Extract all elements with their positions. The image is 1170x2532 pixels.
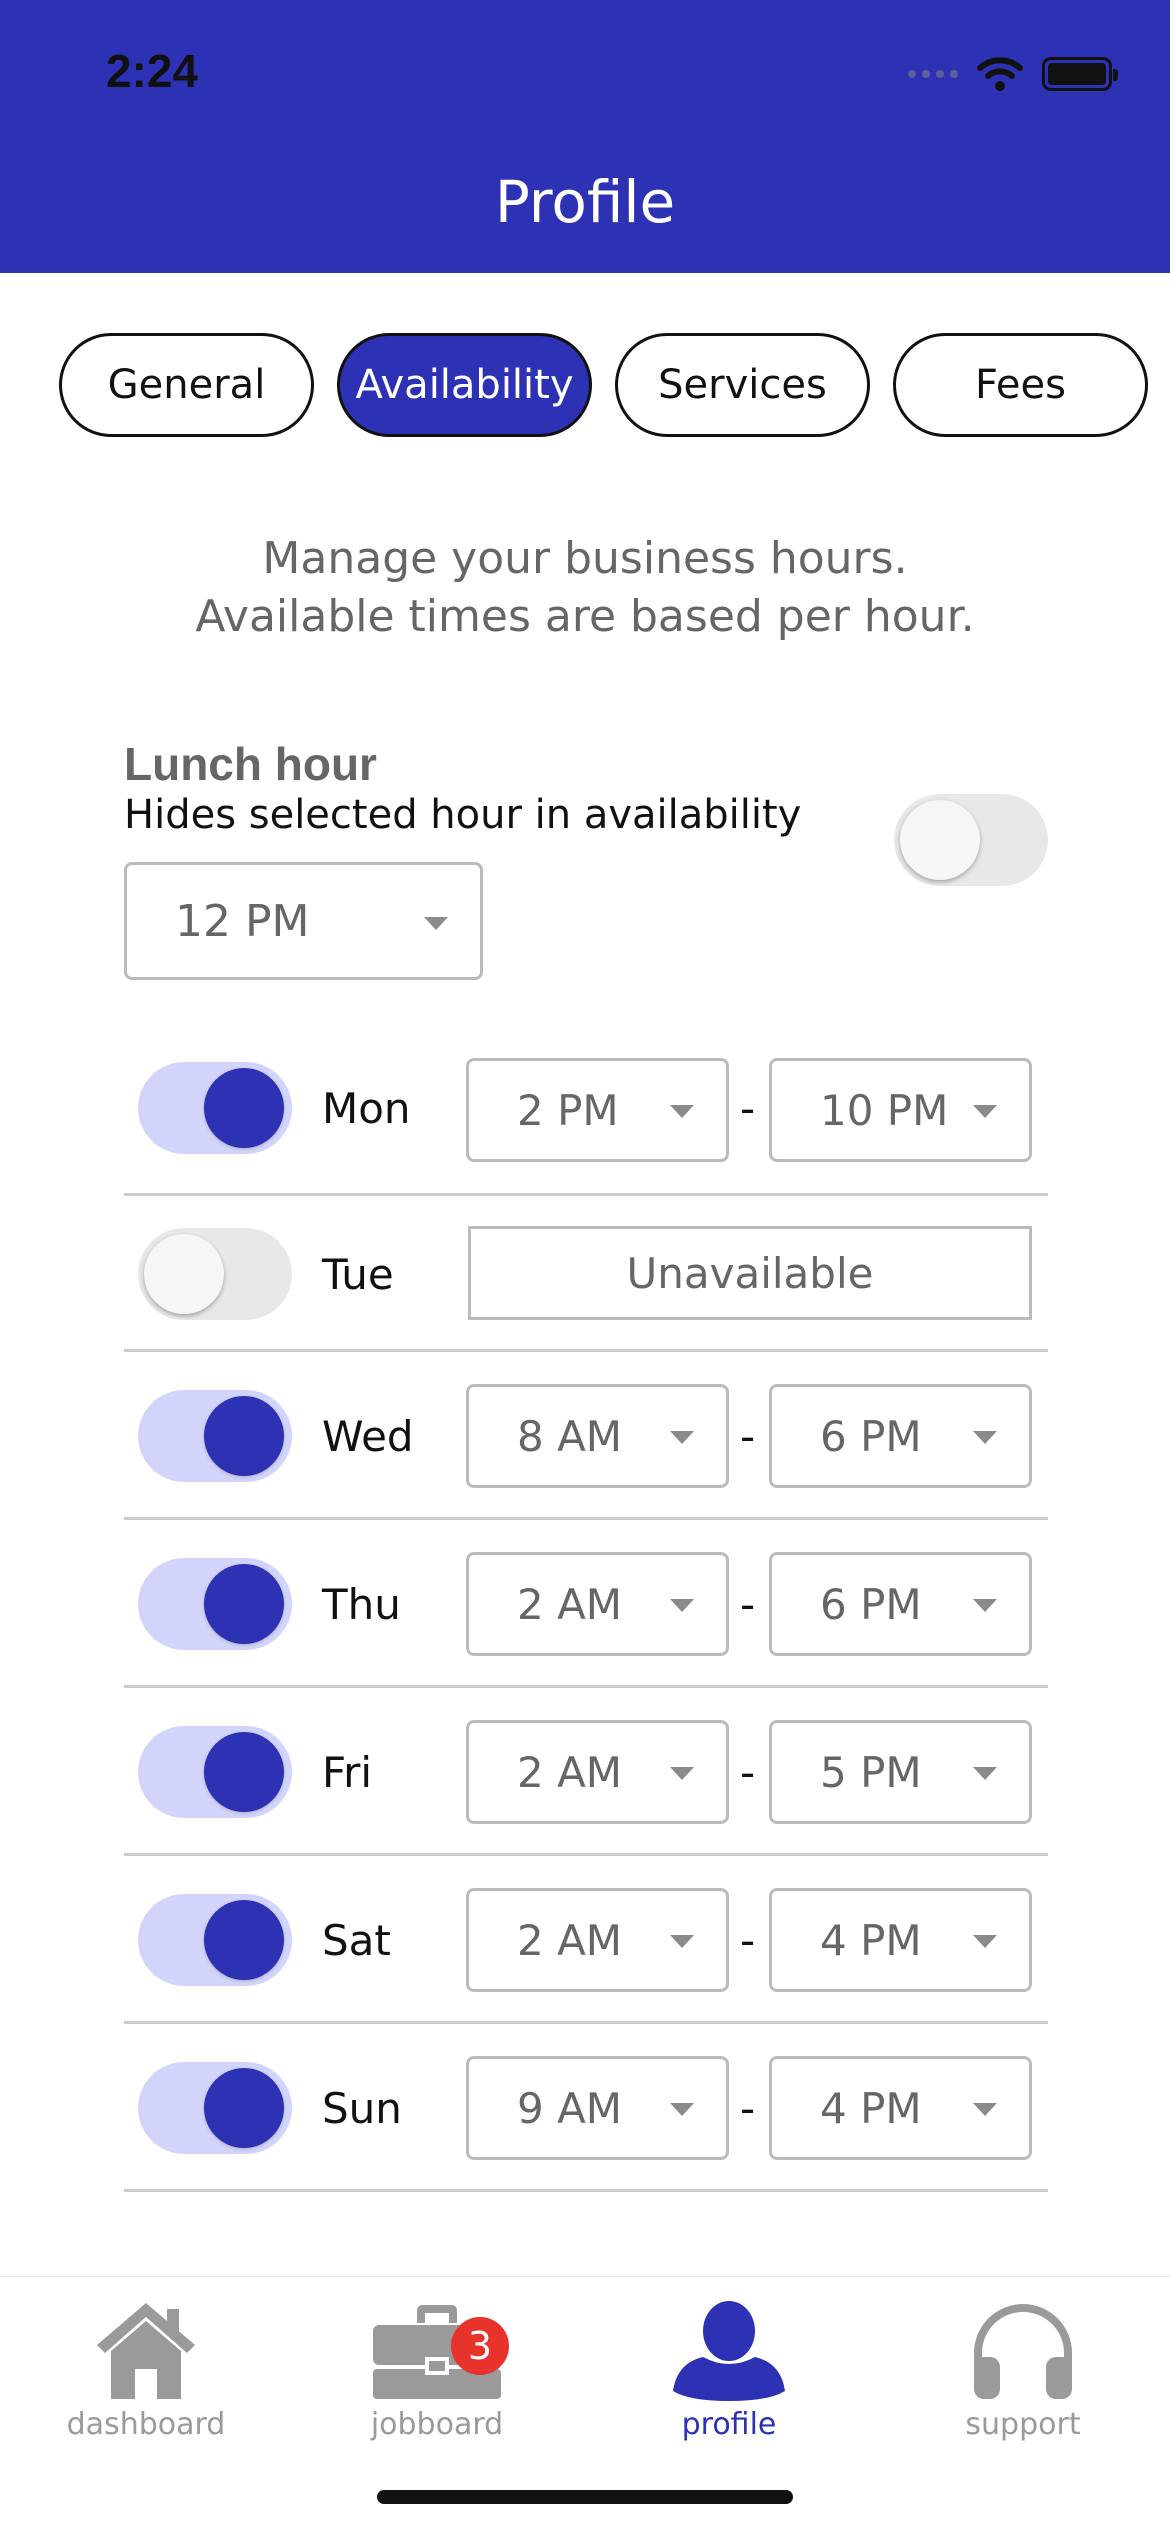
start-time-value: 8 AM bbox=[517, 1411, 623, 1461]
nav-support[interactable]: support bbox=[923, 2295, 1123, 2442]
day-label-thu: Thu bbox=[322, 1580, 401, 1629]
end-time-value: 6 PM bbox=[820, 1411, 922, 1461]
end-time-value: 5 PM bbox=[820, 1747, 922, 1797]
end-time-value: 6 PM bbox=[820, 1579, 922, 1629]
day-row-thu: Thu 2 AM - 6 PM bbox=[124, 1520, 1048, 1688]
chevron-down-icon bbox=[973, 1105, 997, 1118]
tab-general[interactable]: General bbox=[59, 333, 314, 437]
start-time-value: 2 AM bbox=[517, 1915, 623, 1965]
availability-intro: Manage your business hours. Available ti… bbox=[0, 530, 1170, 646]
chevron-down-icon bbox=[670, 1431, 694, 1444]
profile-tabs: General Availability Services Fees bbox=[59, 333, 1148, 437]
start-time-value: 2 PM bbox=[517, 1085, 619, 1135]
end-time-select-thu[interactable]: 6 PM bbox=[769, 1552, 1032, 1656]
start-time-value: 9 AM bbox=[517, 2083, 623, 2133]
time-range-separator: - bbox=[740, 1916, 756, 1965]
time-range-separator: - bbox=[740, 1748, 756, 1797]
day-row-sat: Sat 2 AM - 4 PM bbox=[124, 1856, 1048, 2024]
day-toggle-sat[interactable] bbox=[138, 1894, 292, 1986]
start-time-value: 2 AM bbox=[517, 1579, 623, 1629]
chevron-down-icon bbox=[973, 1599, 997, 1612]
headphones-icon bbox=[974, 2304, 1072, 2399]
app-header: 2:24 Profile bbox=[0, 0, 1170, 273]
day-label-tue: Tue bbox=[322, 1250, 394, 1299]
time-range-separator: - bbox=[740, 1580, 756, 1629]
start-time-select-fri[interactable]: 2 AM bbox=[466, 1720, 729, 1824]
wifi-icon bbox=[977, 57, 1023, 91]
day-row-tue: Tue Unavailable bbox=[124, 1196, 1048, 1352]
nav-label-jobboard: jobboard bbox=[370, 2407, 504, 2442]
end-time-value: 10 PM bbox=[820, 1085, 949, 1135]
time-range-separator: - bbox=[740, 1084, 756, 1133]
start-time-select-thu[interactable]: 2 AM bbox=[466, 1552, 729, 1656]
tab-services[interactable]: Services bbox=[615, 333, 870, 437]
chevron-down-icon bbox=[424, 917, 448, 930]
end-time-select-sat[interactable]: 4 PM bbox=[769, 1888, 1032, 1992]
nav-dashboard[interactable]: dashboard bbox=[46, 2295, 246, 2442]
page-title: Profile bbox=[494, 168, 676, 236]
home-indicator bbox=[377, 2490, 793, 2504]
day-toggle-mon[interactable] bbox=[138, 1062, 292, 1154]
nav-jobboard[interactable]: 3 jobboard bbox=[337, 2295, 537, 2442]
chevron-down-icon bbox=[670, 2103, 694, 2116]
cellular-signal-icon bbox=[908, 70, 958, 78]
tab-fees[interactable]: Fees bbox=[893, 333, 1148, 437]
end-time-select-fri[interactable]: 5 PM bbox=[769, 1720, 1032, 1824]
nav-label-dashboard: dashboard bbox=[66, 2407, 226, 2442]
jobboard-notification-badge: 3 bbox=[451, 2317, 509, 2375]
end-time-value: 4 PM bbox=[820, 2083, 922, 2133]
chevron-down-icon bbox=[670, 1599, 694, 1612]
nav-profile[interactable]: profile bbox=[629, 2295, 829, 2442]
nav-label-support: support bbox=[965, 2407, 1081, 2442]
nav-label-profile: profile bbox=[681, 2407, 777, 2442]
start-time-select-mon[interactable]: 2 PM bbox=[466, 1058, 729, 1162]
day-label-fri: Fri bbox=[322, 1748, 373, 1797]
start-time-select-sat[interactable]: 2 AM bbox=[466, 1888, 729, 1992]
day-toggle-fri[interactable] bbox=[138, 1726, 292, 1818]
battery-icon bbox=[1042, 57, 1118, 91]
start-time-value: 2 AM bbox=[517, 1747, 623, 1797]
person-icon bbox=[673, 2301, 785, 2401]
end-time-select-wed[interactable]: 6 PM bbox=[769, 1384, 1032, 1488]
time-range-separator: - bbox=[740, 1412, 756, 1461]
unavailable-field-tue: Unavailable bbox=[468, 1226, 1032, 1320]
end-time-value: 4 PM bbox=[820, 1915, 922, 1965]
tab-availability[interactable]: Availability bbox=[337, 333, 592, 437]
intro-line-1: Manage your business hours. bbox=[262, 533, 908, 584]
day-label-mon: Mon bbox=[322, 1084, 411, 1133]
day-label-wed: Wed bbox=[322, 1412, 414, 1461]
intro-line-2: Available times are based per hour. bbox=[195, 591, 975, 642]
start-time-select-wed[interactable]: 8 AM bbox=[466, 1384, 729, 1488]
day-toggle-tue[interactable] bbox=[138, 1228, 292, 1320]
start-time-select-sun[interactable]: 9 AM bbox=[466, 2056, 729, 2160]
day-toggle-sun[interactable] bbox=[138, 2062, 292, 2154]
day-row-mon: Mon 2 PM - 10 PM bbox=[124, 1044, 1048, 1196]
day-label-sun: Sun bbox=[322, 2084, 402, 2133]
end-time-select-sun[interactable]: 4 PM bbox=[769, 2056, 1032, 2160]
day-row-sun: Sun 9 AM - 4 PM bbox=[124, 2024, 1048, 2192]
day-toggle-wed[interactable] bbox=[138, 1390, 292, 1482]
chevron-down-icon bbox=[670, 1935, 694, 1948]
house-icon bbox=[97, 2303, 195, 2399]
day-row-fri: Fri 2 AM - 5 PM bbox=[124, 1688, 1048, 1856]
lunch-hour-select[interactable]: 12 PM bbox=[124, 862, 483, 980]
chevron-down-icon bbox=[973, 2103, 997, 2116]
day-label-sat: Sat bbox=[322, 1916, 391, 1965]
chevron-down-icon bbox=[973, 1431, 997, 1444]
end-time-select-mon[interactable]: 10 PM bbox=[769, 1058, 1032, 1162]
lunch-hour-title: Lunch hour bbox=[124, 738, 377, 790]
chevron-down-icon bbox=[670, 1767, 694, 1780]
lunch-hour-value: 12 PM bbox=[175, 895, 310, 947]
time-range-separator: - bbox=[740, 2084, 756, 2133]
chevron-down-icon bbox=[670, 1105, 694, 1118]
chevron-down-icon bbox=[973, 1767, 997, 1780]
lunch-hour-description: Hides selected hour in availability bbox=[124, 792, 802, 838]
lunch-hour-toggle[interactable] bbox=[894, 794, 1048, 886]
day-toggle-thu[interactable] bbox=[138, 1558, 292, 1650]
chevron-down-icon bbox=[973, 1935, 997, 1948]
status-icons bbox=[908, 56, 1118, 92]
day-row-wed: Wed 8 AM - 6 PM bbox=[124, 1352, 1048, 1520]
status-time: 2:24 bbox=[106, 45, 199, 97]
